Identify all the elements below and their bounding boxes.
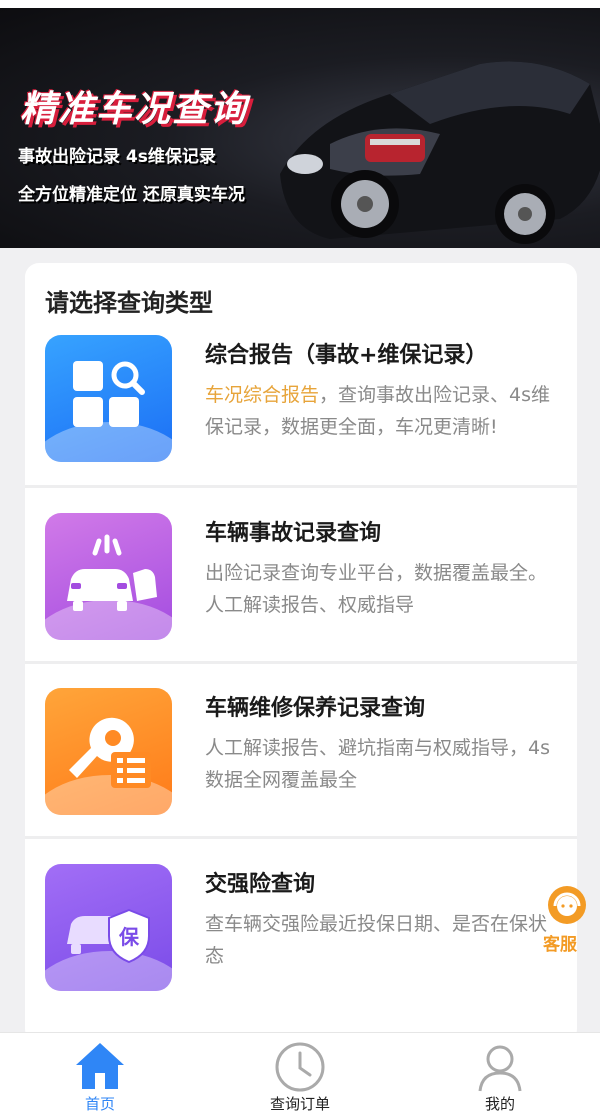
tab-mine-label: 我的 [484, 1095, 515, 1113]
headset-agent-icon [548, 886, 586, 924]
customer-service-label: 客服 [543, 935, 577, 955]
hero-banner[interactable]: 精准车况查询 事故出险记录 4s维保记录 全方位精准定位 还原真实车况 [0, 8, 600, 248]
tab-orders-label: 查询订单 [269, 1095, 330, 1113]
wrench-list-icon [45, 688, 172, 815]
section-title: 请选择查询类型 [45, 289, 213, 317]
report-search-icon [45, 335, 172, 462]
list-item-accident-record[interactable]: 车辆事故记录查询 出险记录查询专业平台，数据覆盖最全。人工解读报告、权威指导 [25, 509, 577, 681]
tab-home[interactable]: 首页 [0, 1033, 200, 1118]
list-item-maintenance-record[interactable]: 车辆维修保养记录查询 人工解读报告、避坑指南与权威指导，4s数据全网覆盖最全 [25, 684, 577, 856]
item-title: 车辆维修保养记录查询 [205, 696, 426, 721]
bottom-tab-bar: 首页 查询订单 我的 [0, 1032, 600, 1118]
tab-home-label: 首页 [84, 1095, 115, 1113]
item-title: 车辆事故记录查询 [205, 521, 382, 546]
banner-subtitle-2: 全方位精准定位 还原真实车况 [18, 185, 245, 205]
tab-mine[interactable]: 我的 [400, 1033, 600, 1118]
user-icon [478, 1045, 522, 1092]
divider [25, 661, 577, 664]
car-accident-icon [45, 513, 172, 640]
customer-service-button[interactable]: 客服 [540, 880, 592, 960]
home-icon [76, 1043, 124, 1089]
query-type-card: 请选择查询类型 综合报告（事故+维保记录） 车况综合报告，查询事故出险记录、4s… [25, 263, 577, 1043]
sports-car-image [280, 61, 600, 244]
item-title: 综合报告（事故+维保记录） [205, 343, 488, 368]
car-insurance-icon: 保 [45, 864, 172, 991]
item-highlight: 车况综合报告 [205, 384, 320, 406]
status-strip [0, 0, 600, 8]
clock-icon [275, 1042, 325, 1092]
item-title: 交强险查询 [205, 872, 316, 897]
item-description: 出险记录查询专业平台，数据覆盖最全。人工解读报告、权威指导 [205, 562, 548, 616]
item-description: 查车辆交强险最近投保日期、是否在保状态 [205, 913, 548, 967]
item-description: 人工解读报告、避坑指南与权威指导，4s数据全网覆盖最全 [205, 737, 550, 791]
divider [25, 485, 577, 488]
list-item-comprehensive-report[interactable]: 综合报告（事故+维保记录） 车况综合报告，查询事故出险记录、4s维保记录，数据更… [25, 331, 577, 503]
banner-subtitle-1: 事故出险记录 4s维保记录 [18, 147, 216, 167]
list-item-insurance-query[interactable]: 保 交强险查询 查车辆交强险最近投保日期、是否在保状态 [25, 860, 577, 1032]
tab-orders[interactable]: 查询订单 [200, 1033, 400, 1118]
item-description: 车况综合报告，查询事故出险记录、4s维保记录，数据更全面，车况更清晰! [205, 379, 557, 443]
insurance-badge-text: 保 [118, 925, 140, 949]
divider [25, 836, 577, 839]
banner-title: 精准车况查询 [20, 89, 249, 130]
